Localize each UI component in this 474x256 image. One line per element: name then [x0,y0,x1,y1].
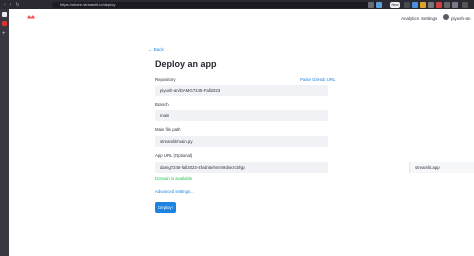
youtube-icon[interactable] [2,21,7,26]
app-header: Analytics Settings piyush-an [9,9,474,27]
username[interactable]: piyush-an [451,16,471,21]
browser-sidebar: + [0,9,9,256]
app-url-label: App URL (Optional) [155,153,193,158]
app-url-suffix-text: streamlit.app [415,165,440,170]
sidebar-tab-icon[interactable] [2,12,7,17]
extension-icon[interactable] [404,1,410,8]
main-file-value: streamlit/main.py [160,139,193,144]
main-file-label: Main file path [155,127,181,132]
branch-label: Branch [155,102,169,107]
new-badge[interactable]: New [390,1,400,8]
back-link[interactable]: ← Back [148,47,164,52]
repository-value: piyush-an/DAMG7245-Fall2023 [160,88,221,93]
extension-icon[interactable] [376,1,382,8]
page-title: Deploy an app [155,59,217,69]
new-tab-icon[interactable]: + [2,31,6,37]
back-arrow-icon[interactable]: ‹ [4,2,6,8]
forward-arrow-icon[interactable]: › [10,2,12,8]
address-bar-url[interactable]: https://share.streamlit.io/deploy [60,2,115,8]
reload-icon[interactable]: ↻ [15,2,19,8]
main-file-input[interactable]: streamlit/main.py [155,136,328,147]
repository-input[interactable]: piyush-an/DAMG7245-Fall2023 [155,85,328,96]
settings-link[interactable]: Settings [421,16,437,21]
extension-icon[interactable] [412,1,418,8]
bookmark-icon[interactable] [368,1,374,8]
streamlit-logo-icon[interactable] [27,14,35,20]
account-icon[interactable] [452,1,458,8]
app-url-value: damg7245-fall2023-4fvdn5ehmm9dsezcbhjp [160,165,245,170]
paste-github-url-link[interactable]: Paste GitHub URL [300,77,335,82]
extension-icon[interactable] [428,1,434,8]
app-url-suffix: streamlit.app [409,162,474,173]
extension-icon[interactable] [420,1,426,8]
menu-icon[interactable] [462,1,468,8]
deploy-button[interactable]: Deploy! [155,202,176,213]
downloads-icon[interactable] [444,1,450,8]
advanced-settings-link[interactable]: Advanced settings... [155,189,194,194]
branch-value: main [160,113,170,118]
repository-label: Repository [155,77,176,82]
branch-input[interactable]: main [155,110,328,121]
avatar[interactable] [443,14,449,20]
app-url-input[interactable]: damg7245-fall2023-4fvdn5ehmm9dsezcbhjp s… [155,162,474,173]
domain-status: Domain is available [155,176,193,181]
analytics-link[interactable]: Analytics [401,16,419,21]
extension-icon[interactable] [436,1,442,8]
address-bar[interactable]: https://share.streamlit.io/deploy [52,1,382,8]
back-label[interactable]: Back [154,47,164,52]
